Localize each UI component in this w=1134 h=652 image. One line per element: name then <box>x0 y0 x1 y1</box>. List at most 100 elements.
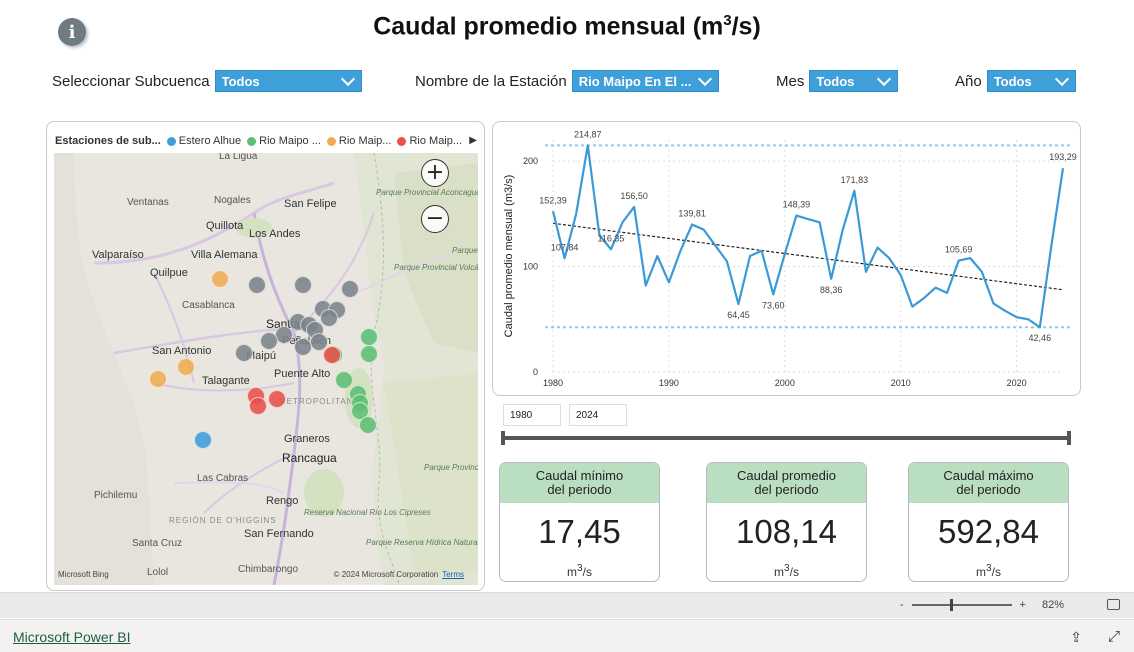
station-marker[interactable] <box>294 338 312 356</box>
station-marker[interactable] <box>360 345 378 363</box>
kpi-unit: m3/s <box>567 563 592 579</box>
data-label: 214,87 <box>574 129 602 139</box>
station-marker[interactable] <box>235 344 253 362</box>
y-tick-label: 100 <box>523 262 538 272</box>
map-label: San Fernando <box>244 528 314 540</box>
subcuenca-dropdown[interactable]: Todos <box>214 70 362 92</box>
year-slider-start-handle[interactable] <box>501 431 505 445</box>
terms-link[interactable]: Terms <box>442 570 464 579</box>
share-icon[interactable]: ⇪ <box>1070 629 1082 646</box>
map-label: Parque Provincial Aconcagua <box>376 188 478 197</box>
year-to-input[interactable]: 2024 <box>569 404 627 426</box>
bing-logo: Microsoft Bing <box>58 570 109 579</box>
year-slider-end-handle[interactable] <box>1067 431 1071 445</box>
data-label: 64,45 <box>727 310 750 320</box>
station-marker[interactable] <box>177 358 195 376</box>
filter-label: Año <box>955 72 982 90</box>
map-label: Parque Provincial Cordón <box>452 246 478 255</box>
series-line <box>551 144 1065 329</box>
map-label: Parque Reserva Hídrica Natural Los Reyun… <box>366 538 478 547</box>
copyright-text: © 2024 Microsoft Corporation <box>333 570 439 579</box>
map-label: Las Cabras <box>197 473 249 484</box>
map-label: Lolol <box>147 567 169 578</box>
zoom-slider-handle[interactable] <box>949 599 953 611</box>
chevron-down-icon <box>1054 71 1069 86</box>
zoom-out-button[interactable]: − <box>421 205 449 233</box>
y-tick-label: 200 <box>523 156 538 166</box>
station-marker[interactable] <box>194 431 212 449</box>
map-label: Los Andes <box>249 228 301 240</box>
kpi-title: Caudal mínimo del periodo <box>500 463 659 503</box>
kpi-card-min: Caudal mínimo del periodo 17,45 m3/s <box>499 462 660 582</box>
map-label: Pichilemu <box>94 490 138 501</box>
legend-label: Rio Maip... <box>409 135 463 147</box>
legend-dot <box>397 136 407 146</box>
y-axis-label: Caudal promedio mensual (m3/s) <box>503 175 515 338</box>
map-canvas[interactable]: La Ligua Nogales Ventanas San Felipe Qui… <box>54 153 478 585</box>
dropdown-value: Rio Maipo En El ... <box>578 73 692 89</box>
map-visual: Estaciones de sub... Estero Alhue Rio Ma… <box>46 121 485 591</box>
data-label: 88,36 <box>820 285 843 295</box>
year-slider-track[interactable] <box>503 436 1070 440</box>
station-marker[interactable] <box>323 346 341 364</box>
station-marker[interactable] <box>335 371 353 389</box>
station-marker[interactable] <box>249 397 267 415</box>
legend-item[interactable]: Rio Maip... <box>397 135 462 147</box>
station-marker[interactable] <box>320 309 338 327</box>
legend-label: Rio Maipo ... <box>259 135 321 147</box>
chevron-down-icon <box>877 71 892 86</box>
x-tick-label: 1980 <box>543 378 563 388</box>
estacion-dropdown[interactable]: Rio Maipo En El ... <box>571 70 719 92</box>
station-marker[interactable] <box>360 328 378 346</box>
station-marker[interactable] <box>268 390 286 408</box>
anio-dropdown[interactable]: Todos <box>986 70 1076 92</box>
year-from-input[interactable]: 1980 <box>503 404 561 426</box>
dropdown-value: Todos <box>993 73 1032 89</box>
map-label: La Ligua <box>219 153 258 162</box>
station-marker[interactable] <box>260 332 278 350</box>
zoom-slider[interactable] <box>911 599 1012 611</box>
map-label: Nogales <box>214 195 251 206</box>
data-label: 193,29 <box>1049 152 1077 162</box>
zoom-out-button[interactable]: - <box>900 599 904 611</box>
data-label: 107,84 <box>551 242 579 252</box>
y-tick-label: 0 <box>533 367 538 377</box>
station-marker[interactable] <box>149 370 167 388</box>
map-label: Puente Alto <box>274 368 331 380</box>
station-marker[interactable] <box>211 270 229 288</box>
map-label: Quillota <box>206 220 244 232</box>
x-tick-label: 1990 <box>659 378 679 388</box>
station-marker[interactable] <box>359 416 377 434</box>
map-label: Reserva Nacional Río Los Cipreses <box>304 508 431 517</box>
line-chart-visual: 1980 1990 2000 2010 2020 0 100 200 Caudal promed… <box>492 121 1081 396</box>
mes-dropdown[interactable]: Todos <box>809 70 899 92</box>
zoom-in-button[interactable]: + <box>421 159 449 187</box>
map-label: Santa Cruz <box>132 538 183 549</box>
legend-item[interactable]: Rio Maipo ... <box>247 135 321 147</box>
power-bi-link[interactable]: Microsoft Power BI <box>13 629 130 645</box>
filter-label: Nombre de la Estación <box>415 72 567 90</box>
fit-to-page-icon[interactable] <box>1107 599 1120 610</box>
station-marker[interactable] <box>294 276 312 294</box>
zoom-in-button[interactable]: + <box>1020 599 1026 611</box>
kpi-unit: m3/s <box>774 563 799 579</box>
x-tick-label: 2010 <box>891 378 911 388</box>
map-legend: Estaciones de sub... Estero Alhue Rio Ma… <box>55 135 477 147</box>
map-label: Ventanas <box>127 197 169 208</box>
station-marker[interactable] <box>248 276 266 294</box>
map-label: Casablanca <box>182 300 235 311</box>
dropdown-value: Todos <box>816 73 855 89</box>
legend-title: Estaciones de sub... <box>55 135 161 147</box>
page-title: Caudal promedio mensual (m3/s) <box>373 12 761 41</box>
data-label: 116,35 <box>598 233 625 243</box>
map-label: San Antonio <box>152 345 212 357</box>
map-label: Rengo <box>266 495 299 507</box>
map-label: San Felipe <box>284 198 337 210</box>
expand-icon[interactable]: ⤢ <box>1108 628 1120 645</box>
map-label: Graneros <box>284 433 330 445</box>
legend-item[interactable]: Estero Alhue <box>166 135 241 147</box>
legend-item[interactable]: Rio Maip... <box>326 135 391 147</box>
station-marker[interactable] <box>341 280 359 298</box>
trend-line <box>552 222 1064 291</box>
legend-next-icon[interactable]: ▶ <box>469 135 477 146</box>
